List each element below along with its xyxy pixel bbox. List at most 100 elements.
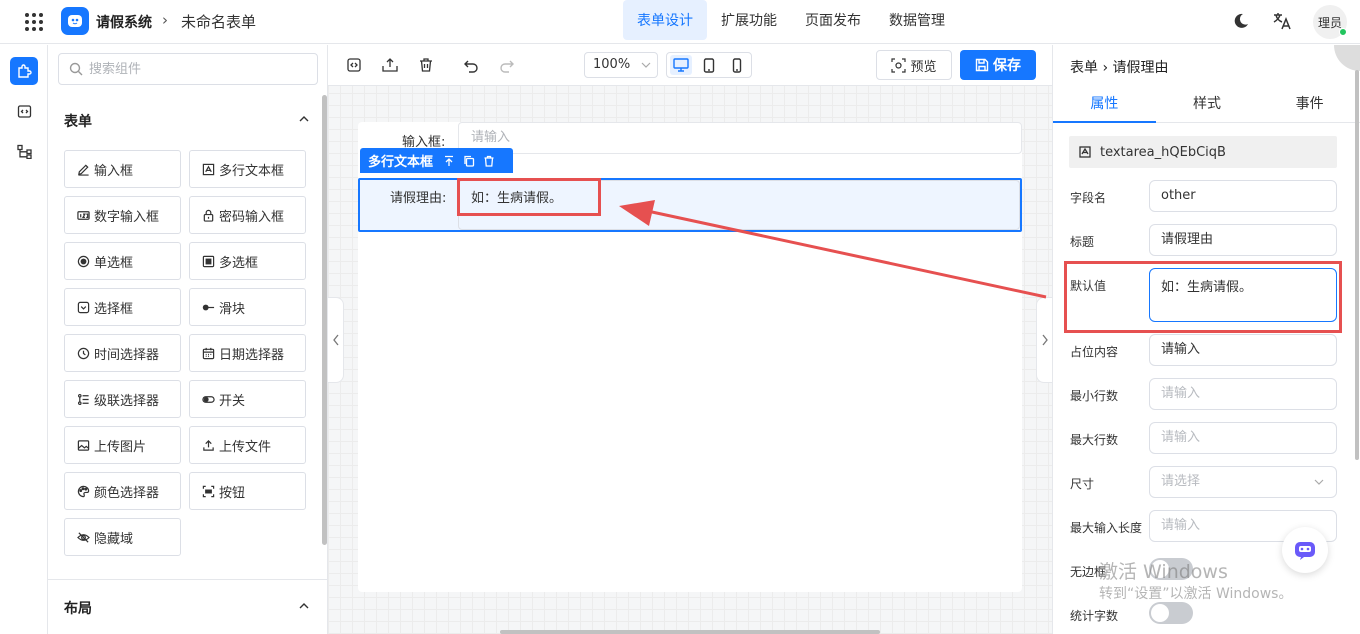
slider-icon: [201, 300, 215, 314]
chevron-down-icon: [641, 60, 651, 70]
canvas-scrollbar[interactable]: [500, 630, 880, 634]
title-input[interactable]: 请假理由: [1149, 224, 1337, 256]
search-input[interactable]: [89, 58, 309, 80]
fullscreen-icon[interactable]: [1334, 45, 1360, 71]
assistant-bot-button[interactable]: [1282, 527, 1328, 573]
save-button[interactable]: 保存: [960, 50, 1036, 80]
app-logo: [61, 7, 89, 35]
chevron-up-icon[interactable]: [298, 113, 310, 125]
tab-data-management[interactable]: 数据管理: [875, 0, 959, 40]
component-item[interactable]: 按钮: [189, 472, 306, 510]
tab-attributes[interactable]: 属性: [1053, 87, 1156, 123]
field-name-label: 字段名: [1070, 191, 1107, 205]
collapse-right-button[interactable]: [1036, 297, 1052, 383]
component-item[interactable]: 级联选择器: [64, 380, 181, 418]
panel-scrollbar[interactable]: [322, 95, 327, 545]
props-scrollbar[interactable]: [1355, 70, 1359, 460]
translate-icon[interactable]: [1272, 11, 1292, 31]
input-field[interactable]: 请输入: [458, 122, 1022, 154]
word-count-switch[interactable]: [1149, 602, 1193, 624]
size-select[interactable]: 请选择: [1149, 466, 1337, 498]
component-item-label: 颜色选择器: [94, 485, 160, 501]
textarea-icon: [201, 162, 215, 176]
clock-icon: [76, 346, 90, 360]
component-item-label: 密码输入框: [219, 209, 285, 225]
palette-icon: [76, 484, 90, 498]
component-item[interactable]: 选择框: [64, 288, 181, 326]
component-item-label: 上传图片: [94, 439, 147, 455]
placeholder-input[interactable]: 请输入: [1149, 334, 1337, 366]
component-item[interactable]: 开关: [189, 380, 306, 418]
rail-tree-button[interactable]: [10, 137, 38, 165]
component-item[interactable]: 颜色选择器: [64, 472, 181, 510]
app-name[interactable]: 请假系统: [96, 12, 152, 32]
design-canvas: 100% 预览 保存 输入框: 请输入 多行文本框 请假理由: 如：生病请假。: [328, 45, 1052, 634]
component-item[interactable]: 单选框: [64, 242, 181, 280]
component-item-label: 上传文件: [219, 439, 272, 455]
code-view-icon[interactable]: [346, 57, 362, 73]
max-rows-input[interactable]: 请输入: [1149, 422, 1337, 454]
preview-button[interactable]: 预览: [876, 50, 952, 80]
user-avatar[interactable]: 理员: [1313, 5, 1347, 39]
desktop-icon[interactable]: [670, 55, 692, 75]
move-top-icon[interactable]: [443, 155, 455, 167]
component-item[interactable]: 密码输入框: [189, 196, 306, 234]
min-rows-input[interactable]: 请输入: [1149, 378, 1337, 410]
component-item[interactable]: 隐藏域: [64, 518, 181, 556]
rail-components-button[interactable]: [10, 57, 38, 85]
tablet-icon[interactable]: [698, 55, 720, 75]
dark-mode-icon[interactable]: [1232, 12, 1250, 30]
component-item[interactable]: 时间选择器: [64, 334, 181, 372]
size-placeholder: 请选择: [1161, 474, 1201, 489]
avatar-text: 理员: [1317, 15, 1342, 30]
min-rows-label: 最小行数: [1070, 389, 1119, 403]
chevron-up-icon[interactable]: [298, 600, 310, 612]
eye-off-icon: [76, 530, 90, 544]
component-item[interactable]: 滑块: [189, 288, 306, 326]
collapse-left-button[interactable]: [328, 297, 344, 383]
section-layout-title: 布局: [64, 601, 92, 617]
component-item[interactable]: 多选框: [189, 242, 306, 280]
rail-code-button[interactable]: [10, 97, 38, 125]
mobile-icon[interactable]: [726, 55, 748, 75]
top-tabs: 表单设计 扩展功能 页面发布 数据管理: [623, 0, 959, 40]
props-tabs: 属性 样式 事件: [1053, 87, 1360, 123]
annotation-highlight-box: [1064, 261, 1342, 333]
component-item[interactable]: 输入框: [64, 150, 181, 188]
field-name-input[interactable]: other: [1149, 180, 1337, 212]
copy-icon[interactable]: [463, 155, 475, 167]
component-item-label: 按钮: [219, 485, 246, 501]
component-id: textarea_hQEbCiqB: [1100, 144, 1226, 160]
apps-grid-icon[interactable]: [24, 12, 44, 32]
form-name[interactable]: 未命名表单: [181, 11, 256, 32]
zoom-value: 100%: [593, 57, 631, 72]
delete-icon[interactable]: [418, 57, 434, 73]
save-icon: [975, 58, 989, 72]
title-label: 标题: [1070, 235, 1095, 249]
delete-icon[interactable]: [483, 155, 495, 167]
tab-style[interactable]: 样式: [1156, 87, 1259, 122]
redo-icon[interactable]: [499, 57, 515, 73]
image-icon: [76, 438, 90, 452]
component-item[interactable]: 上传文件: [189, 426, 306, 464]
tab-extensions[interactable]: 扩展功能: [707, 0, 791, 40]
left-rail: [0, 45, 48, 634]
tab-form-design[interactable]: 表单设计: [623, 0, 707, 40]
component-item[interactable]: 上传图片: [64, 426, 181, 464]
checkbox-icon: [201, 254, 215, 268]
edit-icon: [76, 162, 90, 176]
component-item[interactable]: 多行文本框: [189, 150, 306, 188]
tab-events[interactable]: 事件: [1258, 87, 1360, 122]
component-item[interactable]: 日期选择器: [189, 334, 306, 372]
undo-icon[interactable]: [463, 57, 479, 73]
component-item-label: 滑块: [219, 301, 246, 317]
export-icon[interactable]: [381, 57, 399, 73]
radio-icon: [76, 254, 90, 268]
component-item[interactable]: 数字输入框: [64, 196, 181, 234]
props-breadcrumb: 表单 › 请假理由: [1070, 60, 1169, 76]
placeholder-label: 占位内容: [1070, 345, 1119, 359]
zoom-select[interactable]: 100%: [584, 52, 658, 78]
number-icon: [76, 208, 90, 222]
tab-page-publish[interactable]: 页面发布: [791, 0, 875, 40]
component-item-label: 隐藏域: [94, 531, 134, 547]
